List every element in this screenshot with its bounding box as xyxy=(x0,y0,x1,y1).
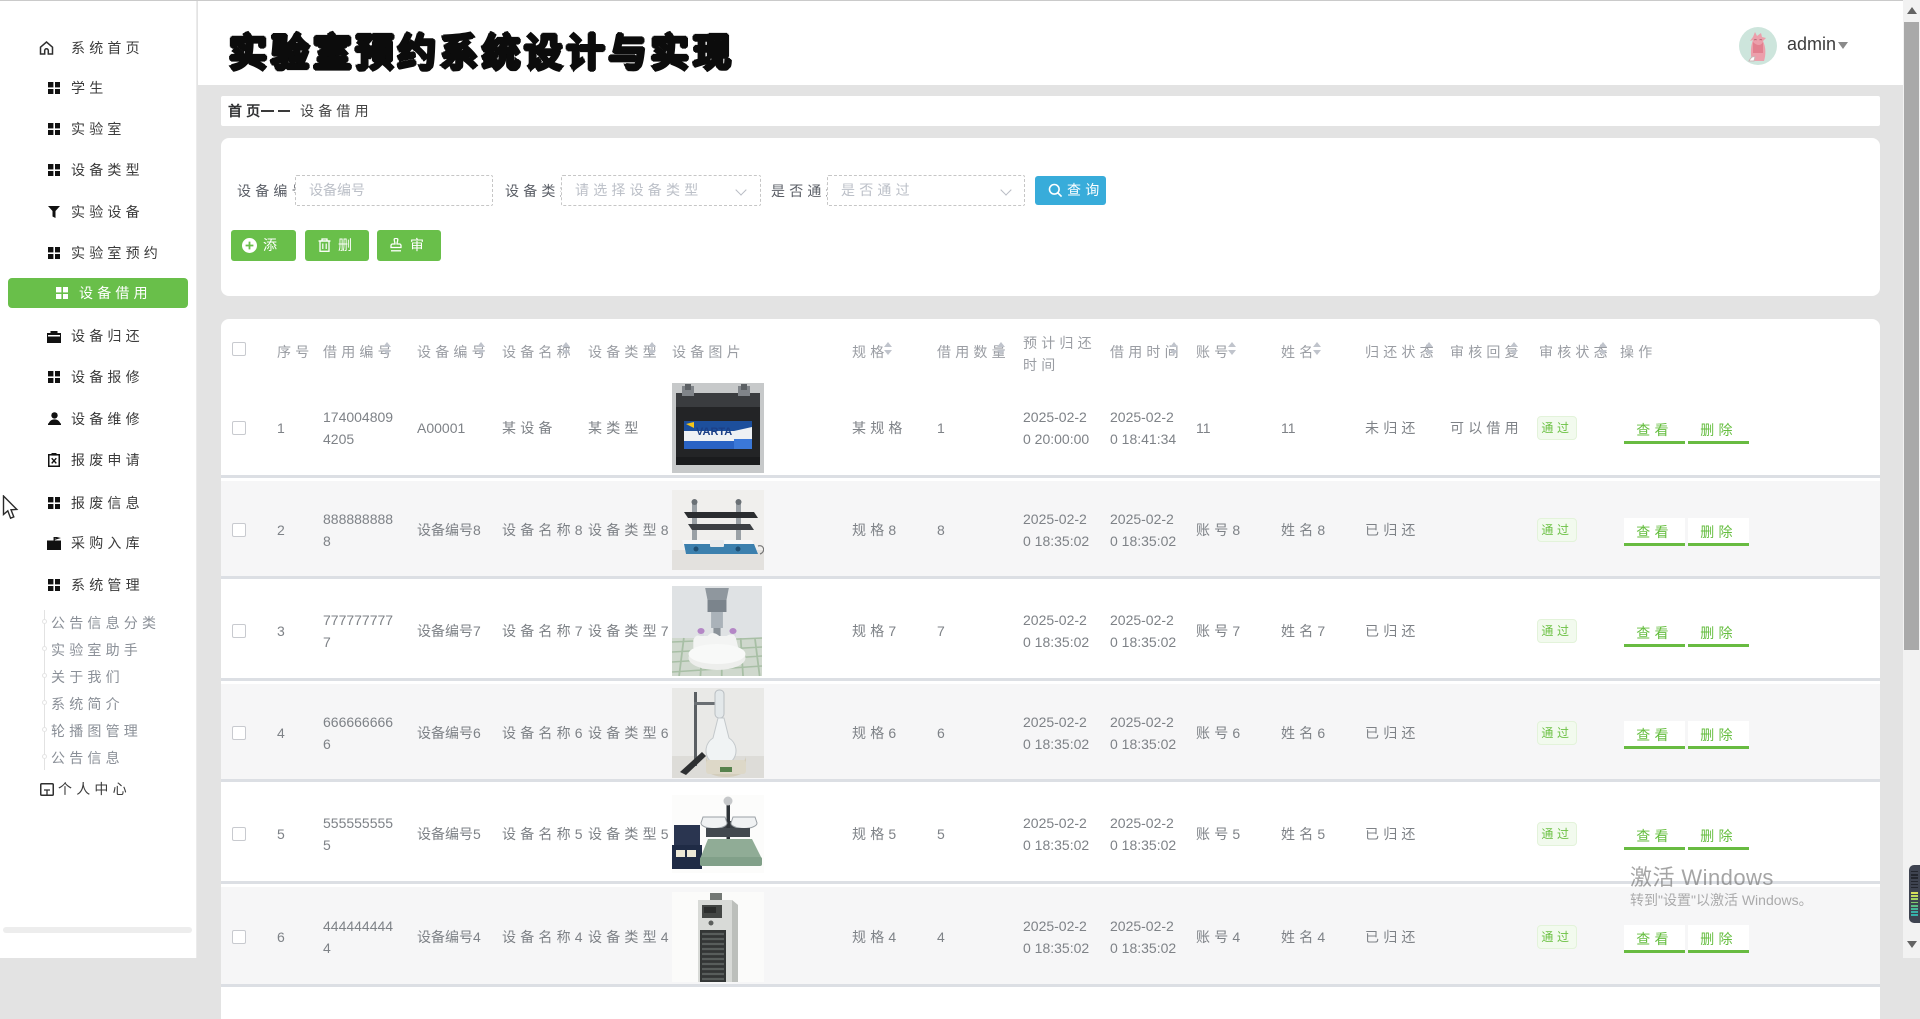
svg-text:VARTA: VARTA xyxy=(696,426,732,438)
